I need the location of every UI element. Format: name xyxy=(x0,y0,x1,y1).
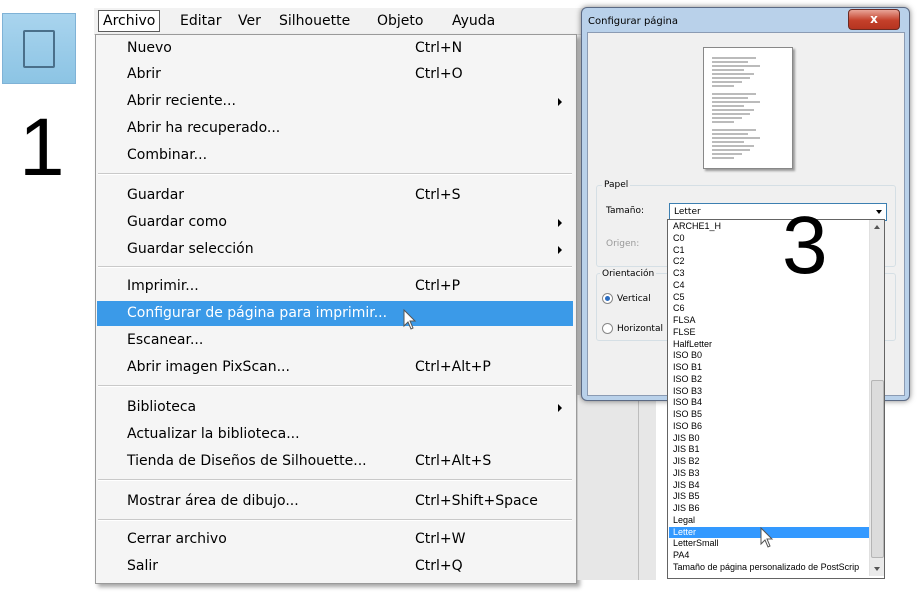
menu-editar[interactable]: Editar xyxy=(176,12,225,30)
size-label: Tamaño: xyxy=(606,206,645,216)
menu-ver[interactable]: Ver xyxy=(234,12,265,30)
paper-size-option[interactable]: C3 xyxy=(669,268,872,279)
menu-item-escanear[interactable]: Escanear... xyxy=(97,328,573,353)
paper-size-list[interactable]: ARCHE1_H C0 C1 C2 C3 C4 C5 C6 FLSA FLSE HalfLetter… xyxy=(667,219,885,579)
submenu-arrow-icon xyxy=(558,219,562,227)
mouse-cursor-icon xyxy=(760,527,774,548)
menu-separator xyxy=(98,385,572,387)
paper-size-option[interactable]: JIS B3 xyxy=(669,468,872,479)
background-canvas xyxy=(577,395,656,580)
scroll-down-icon[interactable] xyxy=(874,567,880,571)
dialog-title: Configurar página xyxy=(588,16,679,27)
paper-size-option[interactable]: ISO B2 xyxy=(669,374,872,385)
paper-size-option[interactable]: ISO B0 xyxy=(669,350,872,361)
menu-archivo[interactable]: Archivo xyxy=(98,10,161,32)
step-3-label: 3 xyxy=(782,200,828,291)
menu-item-biblioteca[interactable]: Biblioteca xyxy=(97,395,573,420)
menu-item-salir[interactable]: Salir Ctrl+Q xyxy=(97,554,573,579)
paper-size-option[interactable]: ARCHE1_H xyxy=(669,221,872,232)
paper-size-option[interactable]: JIS B0 xyxy=(669,433,872,444)
menu-item-guardar-seleccion[interactable]: Guardar selección xyxy=(97,237,573,262)
radio-vertical[interactable] xyxy=(602,293,613,304)
paper-size-option[interactable]: HalfLetter xyxy=(669,339,872,350)
paper-size-option[interactable]: Tamaño de página personalizado de PostSc… xyxy=(669,562,872,573)
horizontal-label: Horizontal xyxy=(617,324,663,334)
paper-size-option[interactable]: ISO B1 xyxy=(669,362,872,373)
paper-size-option[interactable]: C6 xyxy=(669,303,872,314)
menu-item-mostrar-area[interactable]: Mostrar área de dibujo... Ctrl+Shift+Spac… xyxy=(97,489,573,514)
menu-item-combinar[interactable]: Combinar... xyxy=(97,143,573,168)
scroll-up-icon[interactable] xyxy=(874,225,880,229)
paper-size-option[interactable]: PA4 xyxy=(669,550,872,561)
paper-size-option[interactable]: ISO B3 xyxy=(669,386,872,397)
menu-separator xyxy=(98,173,572,175)
paper-group-label: Papel xyxy=(602,180,631,190)
page-preview xyxy=(703,47,793,169)
menu-bar: Archivo Editar Ver Silhouette Objeto Ayu… xyxy=(94,8,584,35)
orientation-group-label: Orientación xyxy=(600,269,657,279)
menu-item-abrir[interactable]: Abrir Ctrl+O xyxy=(97,62,573,87)
paper-size-option[interactable]: C4 xyxy=(669,280,872,291)
radio-horizontal[interactable] xyxy=(602,323,613,334)
paper-size-option[interactable]: FLSA xyxy=(669,315,872,326)
menu-separator xyxy=(98,479,572,481)
preview-text-lines xyxy=(712,57,760,159)
paper-size-option[interactable]: C5 xyxy=(669,292,872,303)
menu-separator xyxy=(98,519,572,521)
paper-size-option[interactable]: JIS B4 xyxy=(669,480,872,491)
submenu-arrow-icon xyxy=(558,98,562,106)
paper-size-option[interactable]: ISO B4 xyxy=(669,397,872,408)
paper-size-option[interactable]: C0 xyxy=(669,233,872,244)
paper-size-option[interactable]: C2 xyxy=(669,256,872,267)
paper-size-option[interactable]: Legal xyxy=(669,515,872,526)
menu-item-guardar-como[interactable]: Guardar como xyxy=(97,210,573,235)
chevron-down-icon xyxy=(876,210,882,214)
paper-size-option[interactable]: JIS B2 xyxy=(669,456,872,467)
vertical-label: Vertical xyxy=(617,294,651,304)
menu-ayuda[interactable]: Ayuda xyxy=(448,12,499,30)
close-icon: x xyxy=(870,12,878,26)
menu-item-configurar-pagina[interactable]: Configurar de página para imprimir... xyxy=(97,301,573,326)
source-label: Origen: xyxy=(606,239,640,249)
menu-item-guardar[interactable]: Guardar Ctrl+S xyxy=(97,183,573,208)
paper-size-option[interactable]: JIS B5 xyxy=(669,491,872,502)
paper-size-option[interactable]: ISO B6 xyxy=(669,421,872,432)
paper-size-option[interactable]: ISO B5 xyxy=(669,409,872,420)
menu-item-abrir-recuperado[interactable]: Abrir ha recuperado... xyxy=(97,116,573,141)
page-setup-icon[interactable] xyxy=(2,13,76,84)
paper-size-option[interactable]: JIS B6 xyxy=(669,503,872,514)
menu-item-pixscan[interactable]: Abrir imagen PixScan... Ctrl+Alt+P xyxy=(97,355,573,380)
paper-size-option[interactable]: FLSE xyxy=(669,327,872,338)
menu-item-imprimir[interactable]: Imprimir... Ctrl+P xyxy=(97,274,573,299)
menu-separator xyxy=(98,266,572,268)
submenu-arrow-icon xyxy=(558,246,562,254)
menu-item-tienda[interactable]: Tienda de Diseños de Silhouette... Ctrl+A… xyxy=(97,449,573,474)
paper-size-option[interactable]: JIS B1 xyxy=(669,444,872,455)
menu-item-nuevo[interactable]: Nuevo Ctrl+N xyxy=(97,36,573,61)
submenu-arrow-icon xyxy=(558,404,562,412)
mouse-cursor-icon xyxy=(403,309,417,330)
close-button[interactable]: x xyxy=(848,9,900,30)
file-menu: Nuevo Ctrl+N Abrir Ctrl+O Abrir reciente..… xyxy=(95,34,577,584)
menu-item-actualizar-biblioteca[interactable]: Actualizar la biblioteca... xyxy=(97,422,573,447)
list-scrollbar[interactable] xyxy=(869,220,884,576)
paper-size-option[interactable]: C1 xyxy=(669,245,872,256)
menu-item-cerrar-archivo[interactable]: Cerrar archivo Ctrl+W xyxy=(97,527,573,552)
step-1-label: 1 xyxy=(19,102,65,193)
menu-item-abrir-reciente[interactable]: Abrir reciente... xyxy=(97,89,573,114)
menu-objeto[interactable]: Objeto xyxy=(373,12,427,30)
scroll-thumb[interactable] xyxy=(871,380,884,558)
menu-silhouette[interactable]: Silhouette xyxy=(275,12,354,30)
